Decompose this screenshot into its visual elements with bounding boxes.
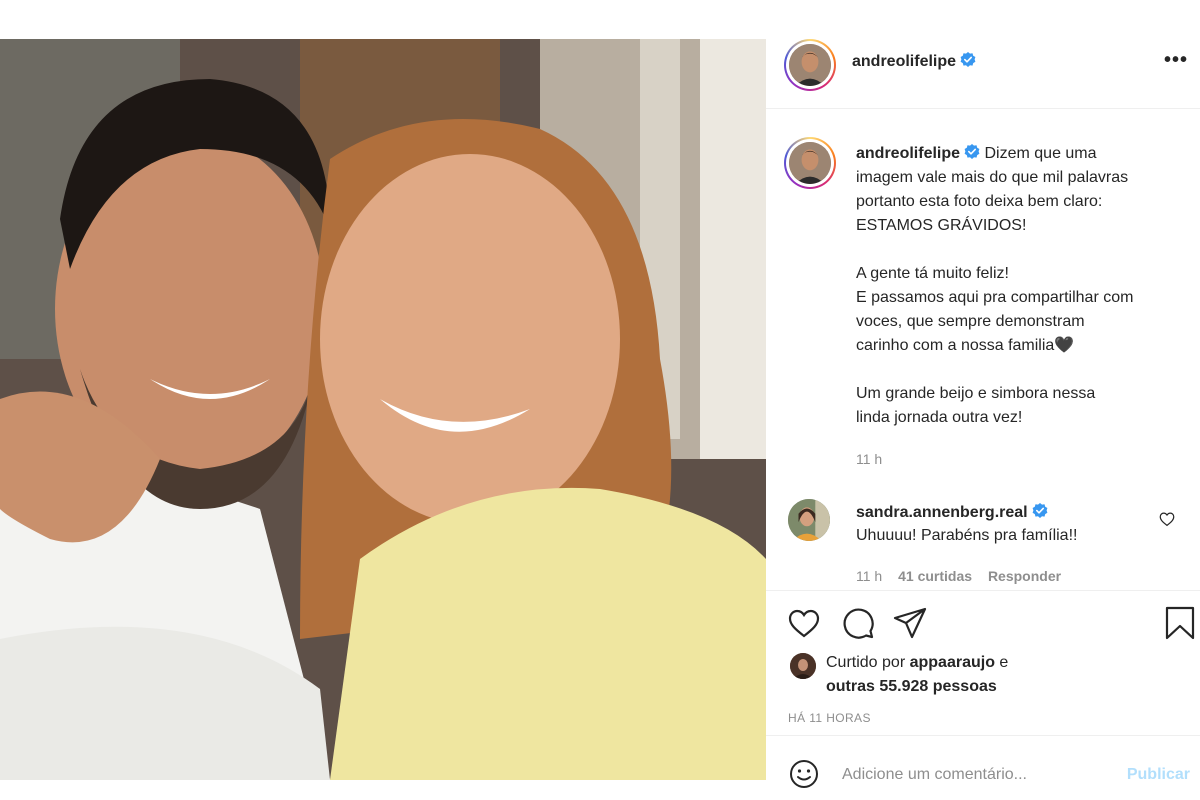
caption-line: ESTAMOS GRÁVIDOS! — [856, 217, 1027, 234]
bookmark-icon — [1165, 606, 1195, 640]
add-comment-input[interactable]: Adicione um comentário... — [842, 766, 1027, 784]
like-button[interactable] — [786, 605, 822, 641]
caption-line: carinho com a nossa familia🖤 — [856, 337, 1075, 354]
comment-reply-button[interactable]: Responder — [988, 568, 1061, 584]
emoji-icon[interactable] — [788, 758, 820, 790]
caption-line: voces, que sempre demonstram — [856, 313, 1085, 330]
verified-badge-icon — [960, 52, 976, 67]
liker-avatar-icon — [790, 653, 816, 679]
commenter-username[interactable]: sandra.annenberg.real — [856, 503, 1048, 522]
comment-likes[interactable]: 41 curtidas — [898, 568, 972, 584]
post-actions: Curtido por appaaraujo e outras 55.928 p… — [766, 590, 1200, 800]
likes-middle: e — [999, 654, 1009, 671]
post-header: andreolifelipe ••• — [766, 39, 1200, 109]
commenter-avatar-icon — [788, 499, 830, 541]
post-timestamp[interactable]: HÁ 11 HORAS — [788, 711, 871, 725]
verified-badge-icon — [964, 144, 980, 159]
likes-summary: Curtido por appaaraujo e outras 55.928 p… — [826, 651, 1126, 699]
caption-line: A gente tá muito feliz! — [856, 265, 1009, 282]
caption-line: imagem vale mais do que mil palavras — [856, 169, 1129, 186]
add-comment-bar: Adicione um comentário... Publicar — [766, 735, 1200, 800]
comment-bubble-icon — [843, 608, 874, 639]
save-button[interactable] — [1162, 605, 1198, 641]
paper-plane-icon — [893, 607, 927, 639]
post-caption: andreolifelipe Dizem que uma imagem vale… — [856, 142, 1186, 430]
publish-button[interactable]: Publicar — [1127, 766, 1190, 784]
author-username[interactable]: andreolifelipe — [852, 52, 976, 71]
commenter-username-text[interactable]: sandra.annenberg.real — [856, 504, 1028, 521]
caption-line: Um grande beijo e simbora nessa — [856, 385, 1096, 402]
comment-button[interactable] — [840, 605, 876, 641]
verified-badge-icon — [1032, 503, 1048, 518]
author-username-text[interactable]: andreolifelipe — [852, 53, 956, 70]
caption-line: linda jornada outra vez! — [856, 409, 1023, 426]
comment-like-heart-icon[interactable] — [1158, 510, 1176, 528]
post-photo[interactable] — [0, 39, 766, 780]
liker-username[interactable]: appaaraujo — [910, 654, 995, 671]
comment-time[interactable]: 11 h — [856, 568, 882, 584]
caption-username[interactable]: andreolifelipe — [856, 145, 960, 162]
likes-others[interactable]: outras 55.928 pessoas — [826, 678, 997, 695]
profile-avatar-icon — [789, 142, 831, 184]
commenter-avatar[interactable] — [788, 499, 830, 541]
author-avatar[interactable] — [784, 39, 836, 91]
caption-time[interactable]: 11 h — [856, 451, 882, 467]
post-side-panel: andreolifelipe ••• andreolifelipe Dizem … — [766, 39, 1200, 800]
caption-line: Dizem que uma — [984, 145, 1097, 162]
heart-icon — [788, 609, 820, 638]
more-options-button[interactable]: ••• — [1164, 49, 1188, 72]
profile-avatar-icon — [789, 44, 831, 86]
comment-text: Uhuuuu! Parabéns pra família!! — [856, 527, 1078, 544]
caption-line: E passamos aqui pra compartilhar com — [856, 289, 1134, 306]
comment-meta: 11 h 41 curtidas Responder — [856, 568, 1073, 584]
caption-author-avatar[interactable] — [784, 137, 836, 189]
couple-selfie-image — [0, 39, 766, 780]
liker-avatar[interactable] — [790, 653, 816, 679]
caption-line: portanto esta foto deixa bem claro: — [856, 193, 1103, 210]
likes-prefix: Curtido por — [826, 654, 906, 671]
share-button[interactable] — [892, 605, 928, 641]
